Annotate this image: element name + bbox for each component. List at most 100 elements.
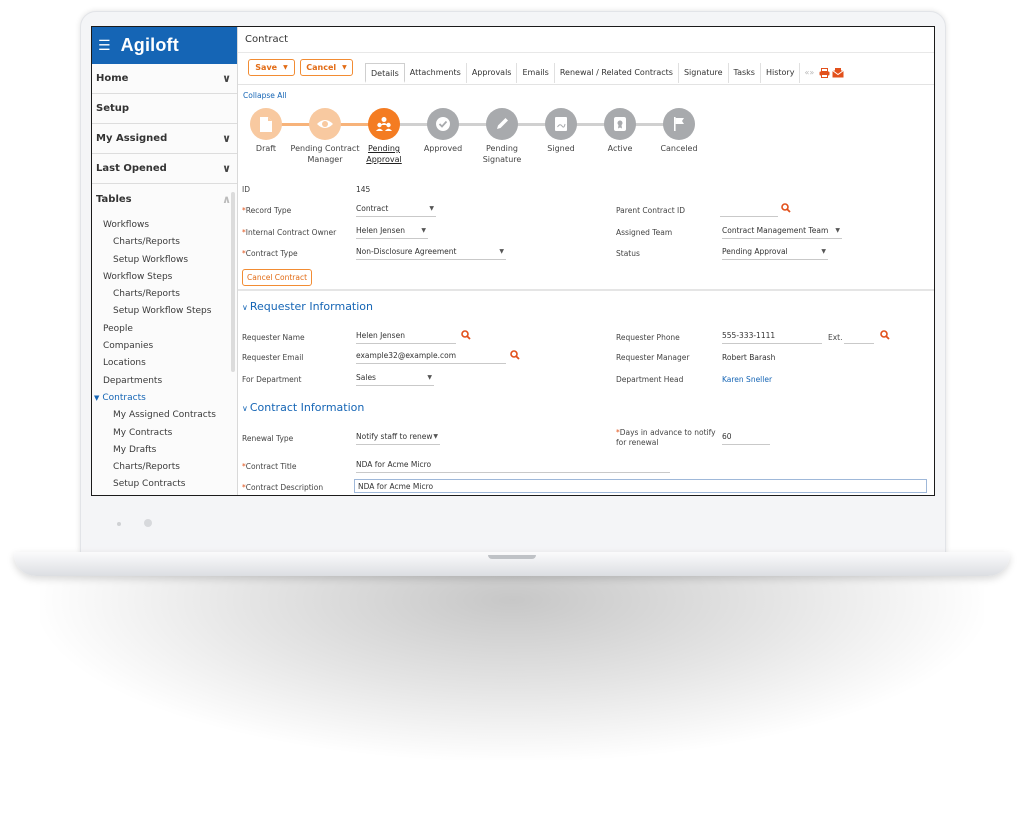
contract-type-select[interactable]: Non-Disclosure Agreement ▼ — [356, 247, 506, 260]
search-icon[interactable] — [781, 203, 791, 213]
renewal-type-value: Notify staff to renew — [356, 432, 433, 441]
tree-item-workflow-steps[interactable]: Workflow Steps — [92, 269, 237, 286]
app-logo[interactable]: Agiloft — [121, 35, 179, 56]
internal-owner-value: Helen Jensen — [356, 226, 405, 235]
chevron-down-icon[interactable]: ∨ — [222, 162, 231, 175]
caret-down-icon[interactable]: ▼ — [427, 374, 432, 381]
email-print-icon[interactable] — [831, 63, 845, 83]
collapse-all-link[interactable]: Collapse All — [243, 91, 287, 100]
contract-title-label: *Contract Title — [242, 462, 296, 471]
requester-name-input[interactable]: Helen Jensen — [356, 331, 456, 344]
tree-item-people[interactable]: People — [92, 321, 237, 338]
caret-down-icon[interactable]: ▼ — [835, 227, 840, 234]
save-button[interactable]: Save ▼ — [248, 59, 295, 76]
requester-section-toggle[interactable]: ∨ Requester Information — [242, 300, 373, 313]
tab-history[interactable]: History — [761, 63, 801, 83]
tree-item-departments[interactable]: Departments — [92, 373, 237, 390]
contract-title-input[interactable]: NDA for Acme Micro — [356, 460, 670, 473]
nav-section-my-assigned[interactable]: My Assigned ∨ — [92, 124, 237, 154]
chevron-down-icon[interactable]: ∨ — [242, 303, 248, 312]
tree-item-companies[interactable]: Companies — [92, 338, 237, 355]
tree-item-charts-reports[interactable]: Charts/Reports — [92, 459, 237, 476]
tables-tree: Workflows Charts/Reports Setup Workflows… — [92, 214, 237, 494]
contract-description-textarea[interactable]: NDA for Acme Micro — [354, 479, 927, 493]
workflow-step-canceled[interactable] — [663, 108, 695, 140]
renewal-type-select[interactable]: Notify staff to renew ▼ — [356, 432, 440, 445]
caret-down-icon[interactable]: ▼ — [429, 205, 434, 212]
caret-down-icon[interactable]: ▼ — [421, 227, 426, 234]
tree-item-locations[interactable]: Locations — [92, 355, 237, 372]
record-type-select[interactable]: Contract ▼ — [356, 204, 436, 217]
tree-item-my-contracts[interactable]: My Contracts — [92, 425, 237, 442]
internal-owner-select[interactable]: Helen Jensen ▼ — [356, 226, 428, 239]
tree-item-setup-workflows[interactable]: Setup Workflows — [92, 252, 237, 269]
caret-down-icon[interactable]: ▼ — [283, 64, 288, 71]
tree-item-charts-reports[interactable]: Charts/Reports — [92, 286, 237, 303]
nav-section-home[interactable]: Home ∨ — [92, 64, 237, 94]
workflow-step-draft[interactable] — [250, 108, 282, 140]
nav-section-last-opened[interactable]: Last Opened ∨ — [92, 154, 237, 184]
search-icon[interactable] — [880, 330, 890, 340]
days-advance-input[interactable]: 60 — [722, 432, 770, 445]
requester-phone-input[interactable]: 555-333-1111 — [722, 331, 822, 344]
tab-attachments[interactable]: Attachments — [405, 63, 467, 83]
nav-section-label: Last Opened — [96, 163, 167, 174]
record-type-label-text: Record Type — [245, 206, 292, 215]
workflow-step-pending-approval[interactable] — [368, 108, 400, 140]
hamburger-menu-icon[interactable]: ☰ — [98, 38, 111, 54]
contract-description-label: *Contract Description — [242, 483, 323, 492]
tree-item-charts-reports[interactable]: Charts/Reports — [92, 234, 237, 251]
chevron-down-icon[interactable]: ∨ — [222, 72, 231, 85]
assigned-team-label: Assigned Team — [616, 228, 673, 237]
tree-item-workflows[interactable]: Workflows — [92, 217, 237, 234]
record-type-label: *Record Type — [242, 206, 291, 215]
chevron-down-icon[interactable]: ∨ — [242, 404, 248, 413]
tree-item-setup-contracts[interactable]: Setup Contracts — [92, 476, 237, 493]
assigned-team-select[interactable]: Contract Management Team ▼ — [722, 226, 842, 239]
print-icon[interactable] — [818, 63, 831, 83]
tree-item-my-assigned-contracts[interactable]: My Assigned Contracts — [92, 407, 237, 424]
bezel-camera — [144, 519, 152, 527]
requester-email-input[interactable]: example32@example.com — [356, 351, 506, 364]
nav-section-setup[interactable]: Setup — [92, 94, 237, 124]
chevron-up-icon[interactable]: ∧ — [222, 193, 231, 206]
workflow-step-active[interactable] — [604, 108, 636, 140]
sidebar-scrollbar[interactable] — [231, 192, 235, 372]
cancel-button[interactable]: Cancel ▼ — [300, 59, 353, 76]
status-label: Status — [616, 249, 640, 258]
tree-item-my-drafts[interactable]: My Drafts — [92, 442, 237, 459]
cancel-contract-button[interactable]: Cancel Contract — [242, 269, 313, 286]
tree-item-contracts[interactable]: ▼ Contracts — [92, 390, 237, 407]
caret-down-icon[interactable]: ▼ — [342, 64, 347, 71]
workflow-step-pending-signature[interactable] — [486, 108, 518, 140]
tab-scroll-arrows[interactable]: «» — [800, 63, 818, 83]
workflow-step-pending-contract-manager[interactable] — [309, 108, 341, 140]
search-icon[interactable] — [510, 350, 520, 360]
status-select[interactable]: Pending Approval ▼ — [722, 247, 828, 260]
department-head-link[interactable]: Karen Sneller — [722, 375, 772, 384]
caret-down-icon[interactable]: ▼ — [499, 248, 504, 255]
tab-signature[interactable]: Signature — [679, 63, 729, 83]
requester-manager-value: Robert Barash — [722, 353, 776, 362]
tree-item-setup-workflow-steps[interactable]: Setup Workflow Steps — [92, 303, 237, 320]
workflow-step-approved[interactable] — [427, 108, 459, 140]
eye-icon — [317, 120, 333, 128]
tab-renewal-related-contracts[interactable]: Renewal / Related Contracts — [555, 63, 679, 83]
caret-down-icon[interactable]: ▼ — [821, 248, 826, 255]
nav-section-tables[interactable]: Tables ∧ — [92, 184, 237, 214]
caret-down-icon[interactable]: ▼ — [433, 433, 438, 440]
department-head-label: Department Head — [616, 375, 684, 384]
tab-tasks[interactable]: Tasks — [729, 63, 761, 83]
search-icon[interactable] — [461, 330, 471, 340]
contract-type-label-text: Contract Type — [245, 249, 298, 258]
workflow-step-signed[interactable] — [545, 108, 577, 140]
tab-approvals[interactable]: Approvals — [467, 63, 518, 83]
for-department-select[interactable]: Sales ▼ — [356, 373, 434, 386]
phone-ext-input[interactable] — [844, 331, 874, 344]
workflow-label-canceled: Canceled — [660, 144, 698, 153]
tab-details[interactable]: Details — [365, 63, 405, 83]
parent-contract-id-input[interactable] — [720, 204, 778, 217]
contract-info-section-toggle[interactable]: ∨ Contract Information — [242, 401, 364, 414]
expanded-triangle-icon[interactable]: ▼ — [94, 394, 99, 402]
tab-emails[interactable]: Emails — [517, 63, 555, 83]
